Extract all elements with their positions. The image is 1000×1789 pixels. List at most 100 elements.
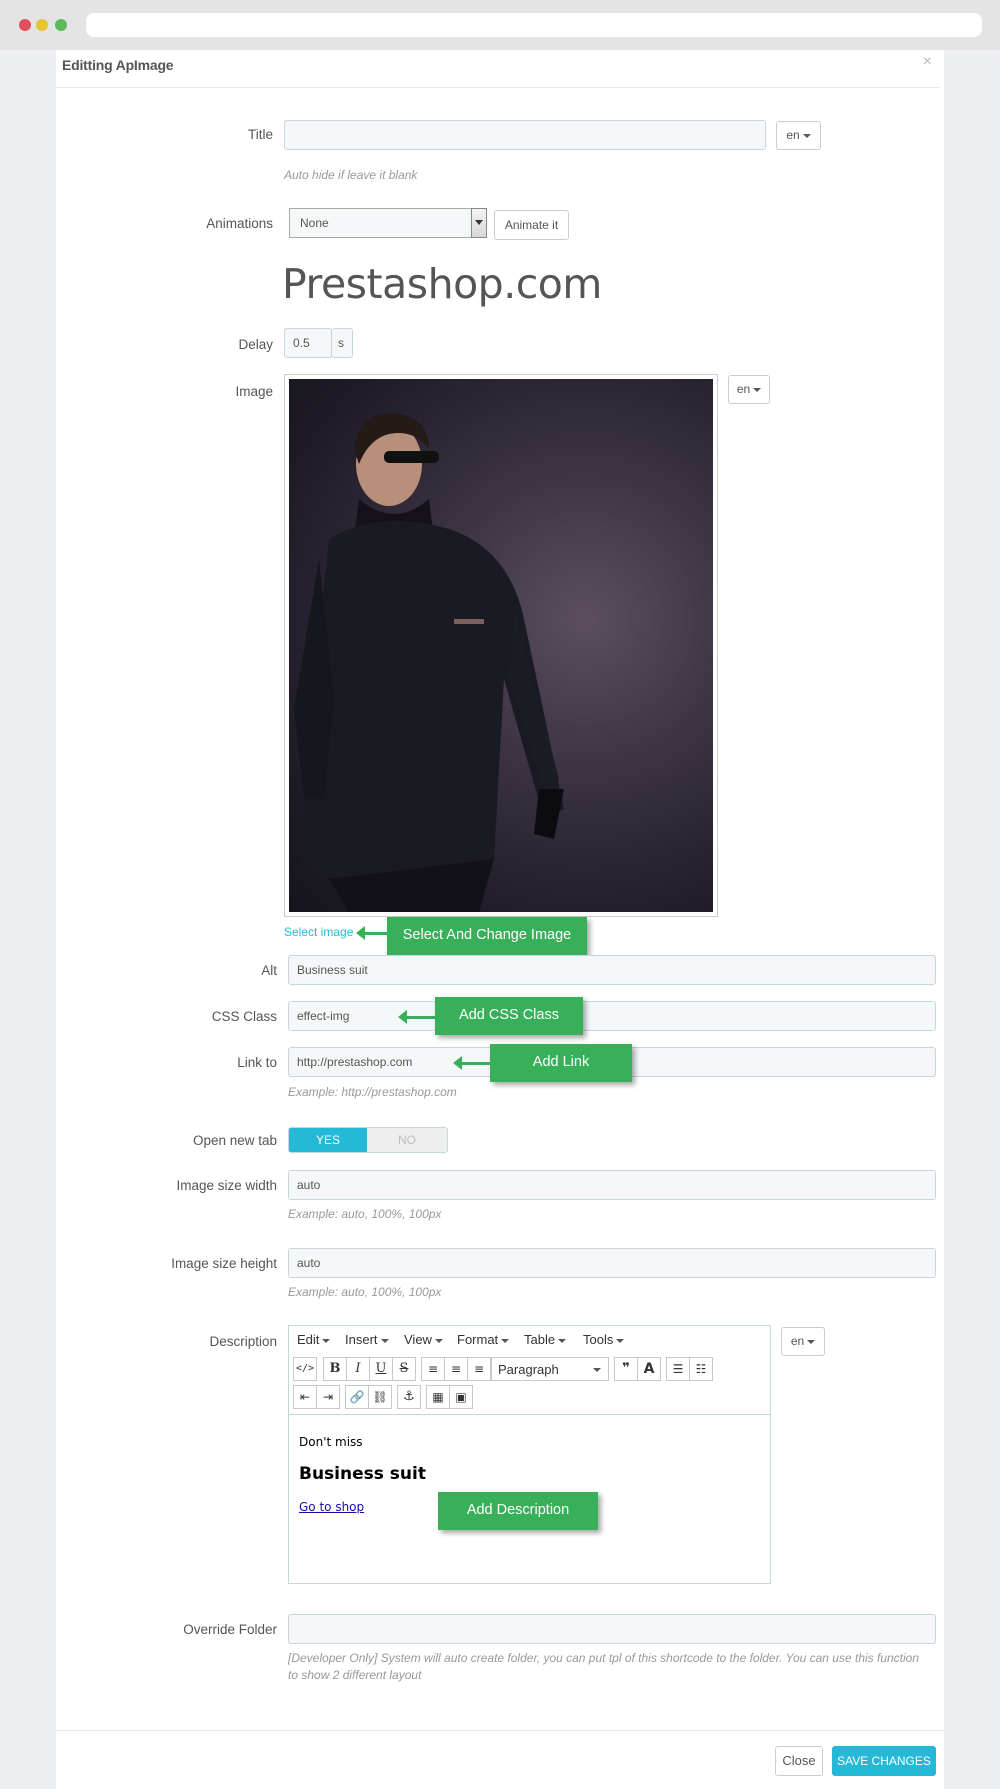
animation-preview-text: Prestashop.com [282, 260, 602, 308]
window-maximize-dot[interactable] [55, 19, 67, 31]
align-right-icon[interactable]: ≡ [467, 1357, 491, 1381]
dropdown-arrow-icon[interactable] [471, 208, 487, 238]
menu-table[interactable]: Table [524, 1332, 567, 1347]
content-small-text: Don't miss [299, 1435, 363, 1449]
menu-format[interactable]: Format [457, 1332, 510, 1347]
bullet-list-icon[interactable]: ☰ [666, 1357, 690, 1381]
menu-table-label: Table [524, 1332, 556, 1347]
align-center-icon[interactable]: ≡ [444, 1357, 468, 1381]
menu-tools[interactable]: Tools [583, 1332, 625, 1347]
paragraph-format-label: Paragraph [498, 1362, 559, 1377]
paragraph-format-select[interactable]: Paragraph [491, 1357, 609, 1381]
window-minimize-dot[interactable] [36, 19, 48, 31]
arrow-left-icon [356, 926, 388, 940]
description-language-dropdown[interactable]: en [781, 1327, 825, 1356]
alt-input[interactable]: Business suit [288, 955, 936, 985]
strikethrough-icon[interactable]: S [392, 1357, 416, 1381]
modal-title: Editting ApImage [62, 57, 174, 73]
image-language-dropdown[interactable]: en [728, 375, 770, 404]
image-language-label: en [736, 382, 751, 396]
toggle-yes-option[interactable]: YES [289, 1128, 367, 1152]
image-label: Image [235, 384, 273, 399]
window-close-dot[interactable] [19, 19, 31, 31]
insert-image-icon[interactable]: ▣ [449, 1385, 473, 1409]
arrow-left-icon [453, 1056, 491, 1070]
chevron-down-icon [322, 1338, 331, 1343]
modal-footer-divider [56, 1730, 944, 1731]
delay-unit-addon: s [331, 328, 353, 358]
arrow-left-icon [398, 1010, 436, 1024]
override-folder-label: Override Folder [183, 1622, 277, 1637]
close-icon[interactable]: × [923, 53, 932, 71]
title-language-dropdown[interactable]: en [776, 121, 821, 150]
rich-text-editor: Edit Insert View Format Table Tools </> … [288, 1325, 771, 1584]
menu-tools-label: Tools [583, 1332, 614, 1347]
editor-toolbar-row-2: ⇤ ⇥ 🔗 ⛓ ⚓ ▦ ▣ [289, 1385, 770, 1411]
link-callout: Add Link [490, 1044, 632, 1082]
image-height-input[interactable]: auto [288, 1248, 936, 1278]
css-class-label: CSS Class [211, 1009, 277, 1024]
title-input[interactable] [284, 120, 766, 150]
blockquote-icon[interactable]: ❞ [614, 1357, 638, 1381]
description-callout: Add Description [438, 1492, 598, 1530]
anchor-icon[interactable]: ⚓ [397, 1385, 421, 1409]
man-in-suit-illustration [294, 413, 564, 912]
menu-edit[interactable]: Edit [297, 1332, 331, 1347]
link-to-help-text: Example: http://prestashop.com [288, 1085, 457, 1099]
menu-view[interactable]: View [404, 1332, 443, 1347]
animations-label: Animations [206, 216, 273, 231]
chevron-down-icon [434, 1338, 443, 1343]
save-changes-button[interactable]: SAVE CHANGES [832, 1746, 936, 1776]
css-class-callout: Add CSS Class [435, 997, 583, 1035]
editor-menubar: Edit Insert View Format Table Tools [289, 1326, 770, 1352]
image-width-help-text: Example: auto, 100%, 100px [288, 1207, 442, 1221]
override-folder-input[interactable] [288, 1614, 936, 1644]
title-language-label: en [786, 128, 800, 142]
bold-icon[interactable]: B [323, 1357, 347, 1381]
chevron-down-icon [593, 1368, 601, 1372]
description-language-label: en [790, 1334, 805, 1348]
menu-insert[interactable]: Insert [345, 1332, 389, 1347]
select-image-link[interactable]: Select image [284, 925, 353, 939]
menu-edit-label: Edit [297, 1332, 320, 1347]
insert-video-icon[interactable]: ▦ [426, 1385, 450, 1409]
animate-it-button[interactable]: Animate it [494, 210, 569, 240]
content-go-to-shop-link[interactable]: Go to shop [299, 1500, 364, 1514]
source-code-icon[interactable]: </> [293, 1357, 317, 1381]
link-to-label: Link to [237, 1055, 277, 1070]
outdent-icon[interactable]: ⇤ [293, 1385, 317, 1409]
image-preview-frame [284, 374, 718, 917]
address-bar[interactable] [86, 13, 982, 37]
alt-label: Alt [261, 963, 277, 978]
italic-icon[interactable]: I [346, 1357, 370, 1381]
chevron-down-icon [802, 133, 811, 138]
underline-icon[interactable]: U [369, 1357, 393, 1381]
close-button[interactable]: Close [775, 1746, 823, 1776]
text-color-icon[interactable]: A [637, 1357, 661, 1381]
chevron-down-icon [616, 1338, 625, 1343]
menu-view-label: View [404, 1332, 432, 1347]
menu-insert-label: Insert [345, 1332, 378, 1347]
description-label: Description [209, 1334, 277, 1349]
open-new-tab-toggle[interactable]: YES NO [288, 1127, 448, 1153]
toggle-no-option[interactable]: NO [367, 1128, 447, 1152]
delay-input[interactable]: 0.5 [284, 328, 332, 358]
numbered-list-icon[interactable]: ☷ [689, 1357, 713, 1381]
css-class-input[interactable]: effect-img [288, 1001, 936, 1031]
insert-link-icon[interactable]: 🔗 [345, 1385, 369, 1409]
delay-label: Delay [238, 337, 273, 352]
indent-icon[interactable]: ⇥ [316, 1385, 340, 1409]
animations-select[interactable]: None [289, 208, 487, 238]
open-new-tab-label: Open new tab [192, 1133, 277, 1148]
select-image-callout: Select And Change Image [387, 917, 587, 955]
image-height-help-text: Example: auto, 100%, 100px [288, 1285, 442, 1299]
remove-link-icon[interactable]: ⛓ [368, 1385, 392, 1409]
product-photo [289, 379, 713, 912]
editor-toolbar-row-1: </> B I U S ≡ ≡ ≡ Paragraph ❞ A ☰ ☷ [289, 1357, 770, 1383]
title-help-text: Auto hide if leave it blank [284, 168, 418, 182]
image-width-label: Image size width [176, 1178, 277, 1193]
image-width-input[interactable]: auto [288, 1170, 936, 1200]
title-label: Title [247, 127, 273, 142]
image-height-label: Image size height [171, 1256, 277, 1271]
align-left-icon[interactable]: ≡ [421, 1357, 445, 1381]
